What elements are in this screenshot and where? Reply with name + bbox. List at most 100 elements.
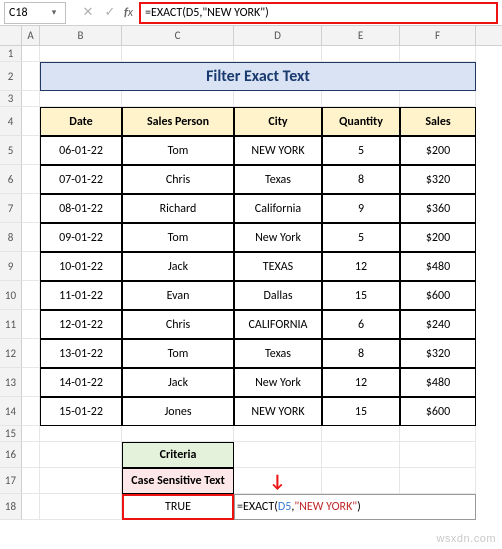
cell-qty[interactable]: 12 [322, 252, 400, 281]
row-17[interactable]: 17 [0, 468, 22, 494]
cell[interactable] [22, 252, 40, 281]
cell[interactable] [22, 281, 40, 310]
cell-sales[interactable]: $360 [400, 194, 476, 223]
row-3[interactable]: 3 [0, 91, 22, 107]
cell-qty[interactable]: 15 [322, 397, 400, 426]
cell-date[interactable]: 06-01-22 [40, 136, 122, 165]
hdr-sales[interactable]: Sales [400, 107, 476, 136]
cell[interactable] [400, 91, 476, 107]
name-box[interactable]: C18 ▾ [4, 2, 66, 24]
cell[interactable] [22, 397, 40, 426]
row-2[interactable]: 2 [0, 62, 22, 91]
cell-sales-person[interactable]: Tom [122, 339, 234, 368]
cell[interactable] [22, 468, 40, 494]
row-6[interactable]: 6 [0, 165, 22, 194]
cell-date[interactable]: 07-01-22 [40, 165, 122, 194]
cell-qty[interactable]: 9 [322, 194, 400, 223]
cell[interactable] [234, 91, 322, 107]
cell[interactable] [322, 426, 400, 442]
cell-sales-person[interactable]: Richard [122, 194, 234, 223]
row-7[interactable]: 7 [0, 194, 22, 223]
cell-sales[interactable]: $200 [400, 223, 476, 252]
cell[interactable] [40, 46, 122, 62]
hdr-city[interactable]: City [234, 107, 322, 136]
cell[interactable] [322, 468, 400, 494]
cell-city[interactable]: Dallas [234, 281, 322, 310]
cell-date[interactable]: 15-01-22 [40, 397, 122, 426]
cell-city[interactable]: New York [234, 223, 322, 252]
row-9[interactable]: 9 [0, 252, 22, 281]
row-14[interactable]: 14 [0, 397, 22, 426]
criteria-subheader[interactable]: Case Sensitive Text [122, 468, 234, 494]
cell[interactable] [322, 91, 400, 107]
cell-qty[interactable]: 15 [322, 281, 400, 310]
cell[interactable] [400, 46, 476, 62]
row-5[interactable]: 5 [0, 136, 22, 165]
cell[interactable] [22, 310, 40, 339]
cell[interactable] [234, 442, 322, 468]
cell-qty[interactable]: 8 [322, 339, 400, 368]
col-E[interactable]: E [322, 26, 400, 45]
cell[interactable] [22, 339, 40, 368]
cell[interactable] [122, 46, 234, 62]
col-B[interactable]: B [40, 26, 122, 45]
cell[interactable] [322, 442, 400, 468]
row-1[interactable]: 1 [0, 46, 22, 62]
cell-city[interactable]: New York [234, 368, 322, 397]
dropdown-icon[interactable]: ▾ [47, 6, 61, 20]
fx-icon[interactable]: fx [124, 6, 133, 20]
row-18[interactable]: 18 [0, 494, 22, 520]
cell[interactable] [400, 426, 476, 442]
cell-sales-person[interactable]: Tom [122, 136, 234, 165]
cell-qty[interactable]: 8 [322, 165, 400, 194]
cell[interactable] [22, 426, 40, 442]
cell[interactable] [22, 107, 40, 136]
cell[interactable] [234, 46, 322, 62]
cell-sales[interactable]: $240 [400, 310, 476, 339]
row-13[interactable]: 13 [0, 368, 22, 397]
cancel-icon[interactable]: ✕ [80, 5, 96, 20]
cell[interactable] [22, 136, 40, 165]
cell-city[interactable]: NEW YORK [234, 397, 322, 426]
cell-city[interactable]: Texas [234, 339, 322, 368]
col-D[interactable]: D [234, 26, 322, 45]
col-A[interactable]: A [22, 26, 40, 45]
cell-date[interactable]: 11-01-22 [40, 281, 122, 310]
confirm-icon[interactable]: ✓ [102, 5, 118, 20]
cell[interactable] [22, 165, 40, 194]
row-10[interactable]: 10 [0, 281, 22, 310]
cell-sales-person[interactable]: Jack [122, 252, 234, 281]
title-cell[interactable]: Filter Exact Text [40, 62, 476, 91]
formula-input[interactable]: =EXACT(D5,"NEW YORK") [139, 2, 498, 24]
hdr-sales-person[interactable]: Sales Person [122, 107, 234, 136]
cell[interactable] [22, 494, 40, 520]
cell-qty[interactable]: 6 [322, 310, 400, 339]
cell[interactable] [22, 62, 40, 91]
cell[interactable] [40, 494, 122, 520]
cell[interactable] [40, 442, 122, 468]
cell-sales-person[interactable]: Jones [122, 397, 234, 426]
cell-date[interactable]: 09-01-22 [40, 223, 122, 252]
row-11[interactable]: 11 [0, 310, 22, 339]
cell[interactable] [40, 426, 122, 442]
inline-formula-cell[interactable]: =EXACT(D5,"NEW YORK") [234, 494, 476, 520]
row-4[interactable]: 4 [0, 107, 22, 136]
cell[interactable] [22, 442, 40, 468]
cell-qty[interactable]: 5 [322, 136, 400, 165]
cell-sales-person[interactable]: Evan [122, 281, 234, 310]
col-F[interactable]: F [400, 26, 476, 45]
cell-sales-person[interactable]: Tom [122, 223, 234, 252]
cell-city[interactable]: California [234, 194, 322, 223]
cell-date[interactable]: 12-01-22 [40, 310, 122, 339]
cell-qty[interactable]: 5 [322, 223, 400, 252]
col-C[interactable]: C [122, 26, 234, 45]
cell-sales-person[interactable]: Chris [122, 165, 234, 194]
cell-city[interactable]: Texas [234, 165, 322, 194]
row-16[interactable]: 16 [0, 442, 22, 468]
row-12[interactable]: 12 [0, 339, 22, 368]
cell-sales[interactable]: $600 [400, 281, 476, 310]
cell[interactable] [22, 46, 40, 62]
hdr-quantity[interactable]: Quantity [322, 107, 400, 136]
criteria-header[interactable]: Criteria [122, 442, 234, 468]
cell[interactable] [22, 91, 40, 107]
